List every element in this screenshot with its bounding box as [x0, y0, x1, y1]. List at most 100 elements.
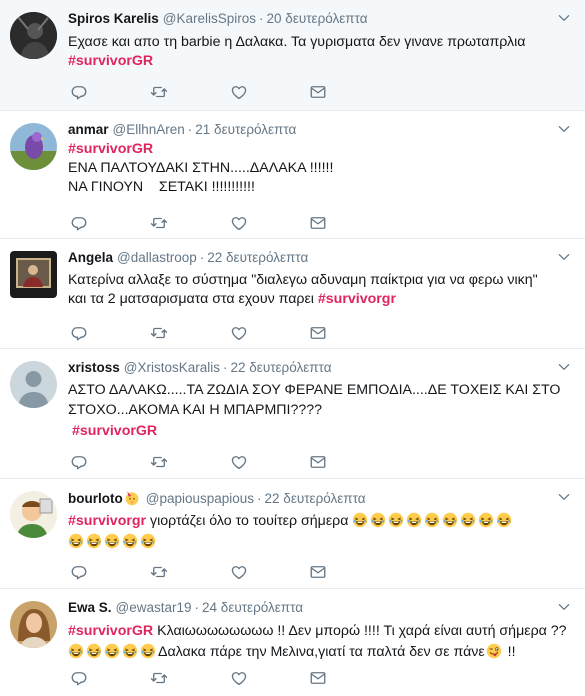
display-name[interactable]: anmar [68, 122, 109, 137]
timestamp[interactable]: 22 δευτερόλεπτα [207, 250, 308, 265]
avatar[interactable] [10, 361, 57, 408]
separator: · [259, 11, 264, 26]
direct-message-icon[interactable] [309, 453, 327, 471]
tweet-text-line: !! [503, 644, 516, 660]
chevron-down-icon[interactable] [557, 11, 571, 25]
tweet-header: anmar @EllhnAren · 21 δευτερόλεπτα [68, 122, 296, 137]
hashtag-link[interactable]: #survivorgr [68, 513, 146, 529]
laughing-tears-emoji-icon [122, 533, 138, 549]
tweet-text-line: ΕΝΑ ΠΑΛΤΟΥΔΑΚΙ ΣΤΗΝ.....ΔΑΛΑΚΑ !!!!!! [68, 160, 334, 176]
avatar[interactable] [10, 601, 57, 648]
tweet-text: #survivorgr γιορτάζει όλο το τουίτερ σήμ… [68, 511, 573, 553]
retweet-icon[interactable] [150, 83, 168, 101]
timestamp[interactable]: 22 δευτερόλεπτα [265, 491, 366, 506]
tweet[interactable]: xristoss @XristosKaralis · 22 δευτερόλεπτα … [0, 349, 585, 479]
direct-message-icon[interactable] [309, 214, 327, 232]
retweet-icon[interactable] [150, 324, 168, 342]
tweet-actions [70, 83, 330, 101]
display-name[interactable]: bourloto [68, 491, 123, 506]
like-icon[interactable] [230, 83, 248, 101]
timestamp[interactable]: 20 δευτερόλεπτα [267, 11, 368, 26]
hashtag-link[interactable]: #survivorGR [68, 623, 153, 639]
chevron-down-icon[interactable] [557, 250, 571, 264]
tweet-header: xristoss @XristosKaralis · 22 δευτερόλεπτα [68, 360, 332, 375]
chevron-down-icon[interactable] [557, 360, 571, 374]
hashtag-link[interactable]: #survivorGR [68, 53, 153, 69]
like-icon[interactable] [230, 214, 248, 232]
retweet-icon[interactable] [150, 214, 168, 232]
party-emoji-icon [124, 490, 140, 506]
tweet-text-line: ΣΤΟΧΟ...ΑΚΟΜΑ ΚΑΙ Η ΜΠΑΡΜΠΙ???? [68, 401, 323, 418]
direct-message-icon[interactable] [309, 324, 327, 342]
dark-portrait-avatar-icon [10, 12, 57, 59]
timestamp[interactable]: 24 δευτερόλεπτα [202, 600, 303, 615]
laughing-tears-emoji-icon [352, 512, 368, 528]
reply-icon[interactable] [70, 214, 88, 232]
tweet[interactable]: Ewa S. @ewastar19 · 24 δευτερόλεπτα #surviv… [0, 589, 585, 696]
laughing-tears-emoji-icon [104, 533, 120, 549]
avatar[interactable] [10, 123, 57, 170]
laughing-tears-emoji-icon [478, 512, 494, 528]
retweet-icon[interactable] [150, 669, 168, 687]
display-name[interactable]: Ewa S. [68, 600, 112, 615]
chevron-down-icon[interactable] [557, 490, 571, 504]
tweet-text: ΑΣΤΟ ΔΑΛΑΚΩ.....ΤΑ ΖΩΔΙΑ ΣΟΥ ΦΕΡΑΝΕ ΕΜΠΟ… [68, 381, 573, 442]
tweet-feed: Spiros Karelis @KarelisSpiros · 20 δευτερόλ… [0, 0, 585, 696]
display-name[interactable]: Angela [68, 250, 113, 265]
laughing-tears-emoji-icon [460, 512, 476, 528]
direct-message-icon[interactable] [309, 83, 327, 101]
reply-icon[interactable] [70, 83, 88, 101]
timestamp[interactable]: 22 δευτερόλεπτα [231, 360, 332, 375]
like-icon[interactable] [230, 453, 248, 471]
reply-icon[interactable] [70, 563, 88, 581]
chevron-down-icon[interactable] [557, 122, 571, 136]
laughing-tears-emoji-icon [68, 533, 84, 549]
like-icon[interactable] [230, 669, 248, 687]
laughing-tears-emoji-icon [442, 512, 458, 528]
retweet-icon[interactable] [150, 563, 168, 581]
separator: · [187, 122, 193, 137]
tweet[interactable]: Angela @dallastroop · 22 δευτερόλεπτα Κατερ… [0, 239, 585, 349]
user-handle[interactable]: @dallastroop [117, 250, 197, 265]
user-handle[interactable]: @papiouspapious [146, 491, 254, 506]
framed-photo-avatar-icon [10, 251, 57, 298]
hashtag-link[interactable]: #survivorGR [68, 141, 153, 157]
tweet[interactable]: Spiros Karelis @KarelisSpiros · 20 δευτερόλ… [0, 0, 585, 111]
laughing-tears-emoji-icon [68, 643, 84, 659]
reply-icon[interactable] [70, 669, 88, 687]
reply-icon[interactable] [70, 324, 88, 342]
laughing-tears-emoji-icon [122, 643, 138, 659]
direct-message-icon[interactable] [309, 563, 327, 581]
laughing-tears-emoji-icon [388, 512, 404, 528]
tweet-text-line: ΝΑ ΓΙΝΟΥΝ ΣΕΤΑΚΙ !!!!!!!!!!! [68, 179, 255, 195]
tweet-text: #survivorGR ΕΝΑ ΠΑΛΤΟΥΔΑΚΙ ΣΤΗΝ.....ΔΑΛΑ… [68, 140, 573, 197]
laughing-tears-emoji-icon [104, 643, 120, 659]
user-handle[interactable]: @ewastar19 [116, 600, 192, 615]
reply-icon[interactable] [70, 453, 88, 471]
tweet-actions [70, 563, 330, 581]
display-name[interactable]: xristoss [68, 360, 120, 375]
retweet-icon[interactable] [150, 453, 168, 471]
avatar[interactable] [10, 251, 57, 298]
user-handle[interactable]: @EllhnAren [113, 122, 185, 137]
hashtag-link[interactable]: #survivorgr [318, 291, 396, 307]
like-icon[interactable] [230, 324, 248, 342]
tweet[interactable]: bourloto @papiouspapious · 22 δευτερόλεπτα … [0, 479, 585, 589]
hashtag-link[interactable]: #survivorGR [72, 423, 157, 439]
tweet-text-line: Εχασε και απο τη barbie η Δαλακα. Τα γυρ… [68, 34, 526, 50]
chevron-down-icon[interactable] [557, 600, 571, 614]
like-icon[interactable] [230, 563, 248, 581]
timestamp[interactable]: 21 δευτερόλεπτα [195, 122, 296, 137]
winking-tongue-emoji-icon [486, 643, 502, 659]
avatar[interactable] [10, 12, 57, 59]
user-handle[interactable]: @XristosKaralis [124, 360, 220, 375]
default-user-icon [10, 361, 57, 408]
display-name[interactable]: Spiros Karelis [68, 11, 159, 26]
laughing-tears-emoji-icon [496, 512, 512, 528]
tweet-header: Spiros Karelis @KarelisSpiros · 20 δευτερόλ… [68, 11, 368, 26]
tweet[interactable]: anmar @EllhnAren · 21 δευτερόλεπτα #survivo… [0, 111, 585, 239]
direct-message-icon[interactable] [309, 669, 327, 687]
avatar[interactable] [10, 491, 57, 538]
user-handle[interactable]: @KarelisSpiros [163, 11, 256, 26]
tweet-text: Κατερίνα αλλαξε το σύστημα "διαλεγω αδυν… [68, 271, 573, 309]
